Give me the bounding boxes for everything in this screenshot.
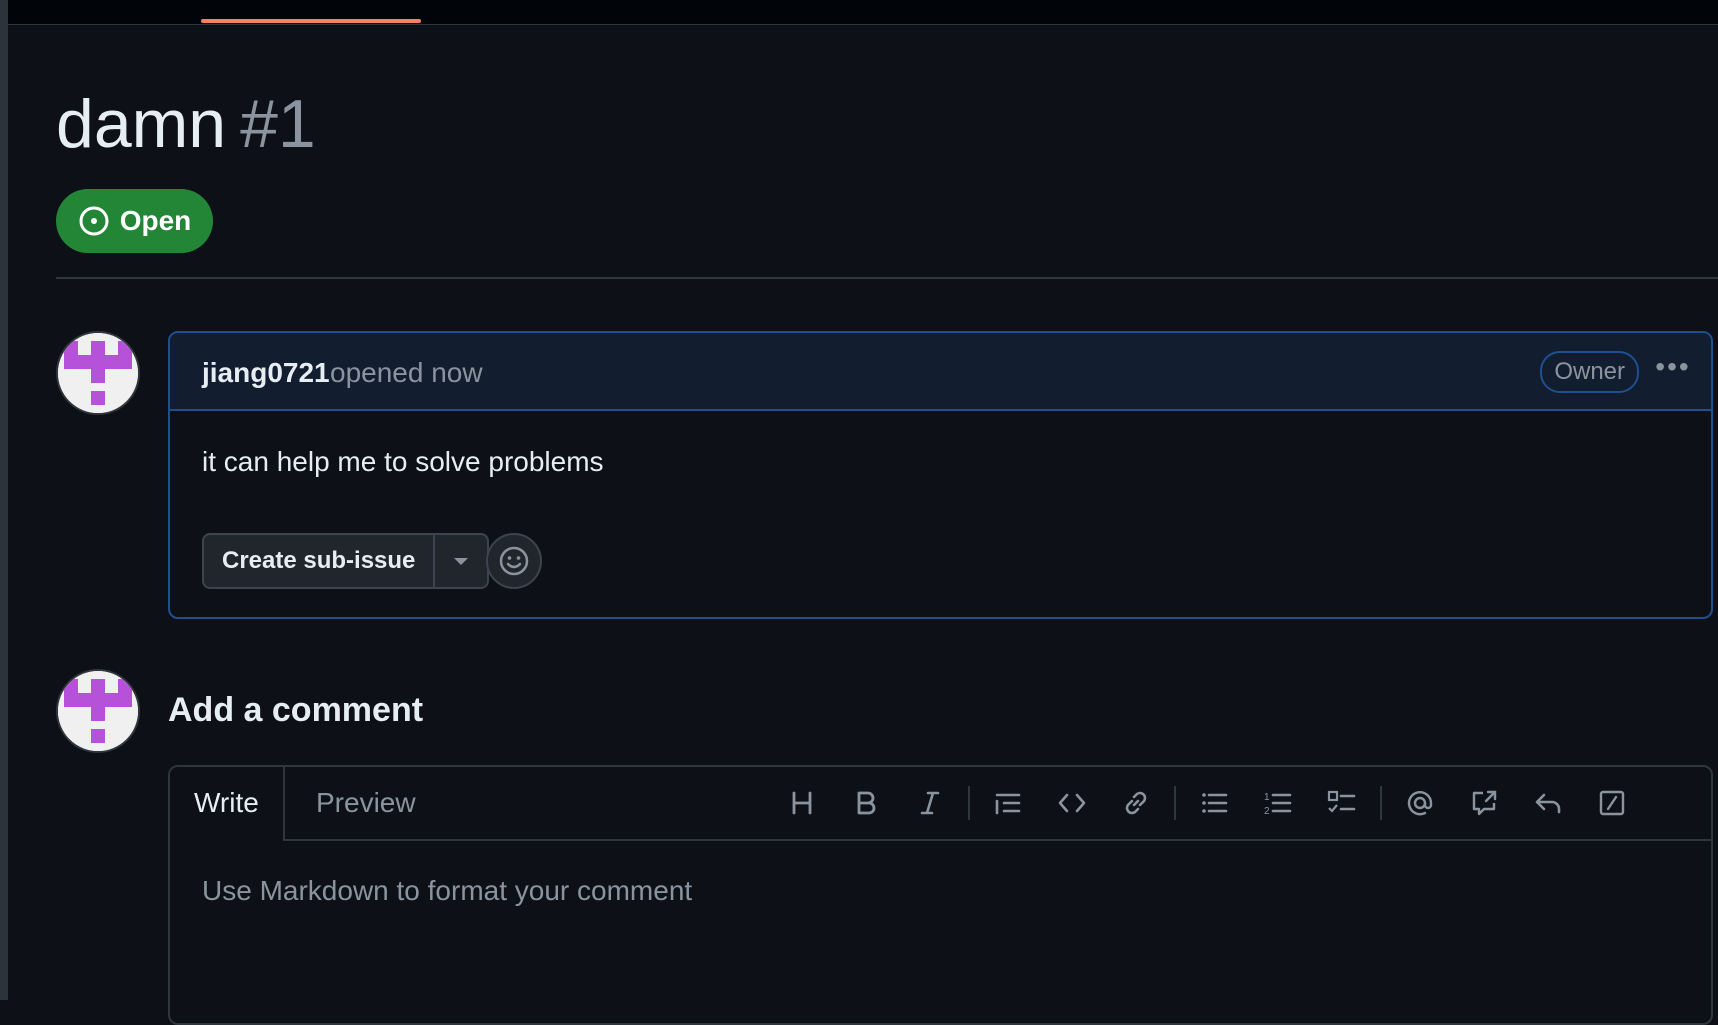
create-subissue-button[interactable]: Create sub-issue [204, 535, 436, 587]
italic-icon[interactable] [898, 781, 962, 825]
toolbar-separator [1380, 786, 1382, 820]
issue-number: #1 [240, 86, 316, 162]
tab-write[interactable]: Write [170, 767, 285, 841]
kebab-menu-icon[interactable]: ••• [1653, 353, 1693, 387]
ordered-list-icon[interactable]: 12 [1246, 781, 1310, 825]
add-reaction-button[interactable] [486, 533, 542, 589]
slash-commands-icon[interactable] [1580, 781, 1644, 825]
editor-header: Write Preview 1 2 [170, 767, 1711, 841]
link-icon[interactable] [1104, 781, 1168, 825]
markdown-toolbar: 12 [770, 781, 1644, 825]
tab-preview[interactable]: Preview [292, 767, 440, 839]
header-divider [56, 277, 1718, 279]
mention-icon[interactable] [1388, 781, 1452, 825]
comment-editor: Write Preview 1 2 Use Markdown to format… [168, 765, 1713, 1025]
add-comment-heading: Add a comment [168, 691, 424, 729]
owner-badge: Owner [1540, 351, 1639, 393]
status-label: Open [119, 205, 192, 236]
unordered-list-icon[interactable] [1182, 781, 1246, 825]
comment-body: it can help me to solve problems [202, 446, 604, 477]
svg-text:2: 2 [1264, 806, 1270, 817]
left-rail [0, 0, 8, 1000]
code-icon[interactable] [1040, 781, 1104, 825]
status-badge: Open [56, 189, 213, 253]
quote-icon[interactable] [976, 781, 1040, 825]
issue-open-icon [79, 206, 109, 236]
task-list-icon[interactable] [1310, 781, 1374, 825]
saved-reply-icon[interactable] [1516, 781, 1580, 825]
avatar[interactable] [56, 669, 140, 753]
svg-text:1: 1 [1264, 792, 1270, 803]
comment-author[interactable]: jiang0721 [202, 357, 330, 389]
comment-timestamp[interactable]: opened now [330, 357, 483, 389]
issue-title-text: damn [56, 86, 227, 162]
toolbar-separator [1174, 786, 1176, 820]
heading-icon[interactable] [770, 781, 834, 825]
toolbar-separator [968, 786, 970, 820]
create-subissue-group: Create sub-issue [202, 533, 490, 589]
issue-title: damn #1 [56, 84, 316, 164]
avatar[interactable] [56, 331, 140, 415]
cross-reference-icon[interactable] [1452, 781, 1516, 825]
comment-header: jiang0721 opened now Owner ••• [170, 333, 1711, 411]
bold-icon[interactable] [834, 781, 898, 825]
identicon [58, 671, 138, 751]
smiley-icon [499, 546, 529, 576]
active-tab-underline [201, 19, 421, 23]
identicon [58, 333, 138, 413]
top-nav-bar [8, 0, 1718, 25]
comment-textarea[interactable]: Use Markdown to format your comment [202, 875, 692, 907]
chevron-down-icon[interactable] [435, 535, 487, 587]
issue-comment: jiang0721 opened now Owner ••• it can he… [168, 331, 1713, 619]
